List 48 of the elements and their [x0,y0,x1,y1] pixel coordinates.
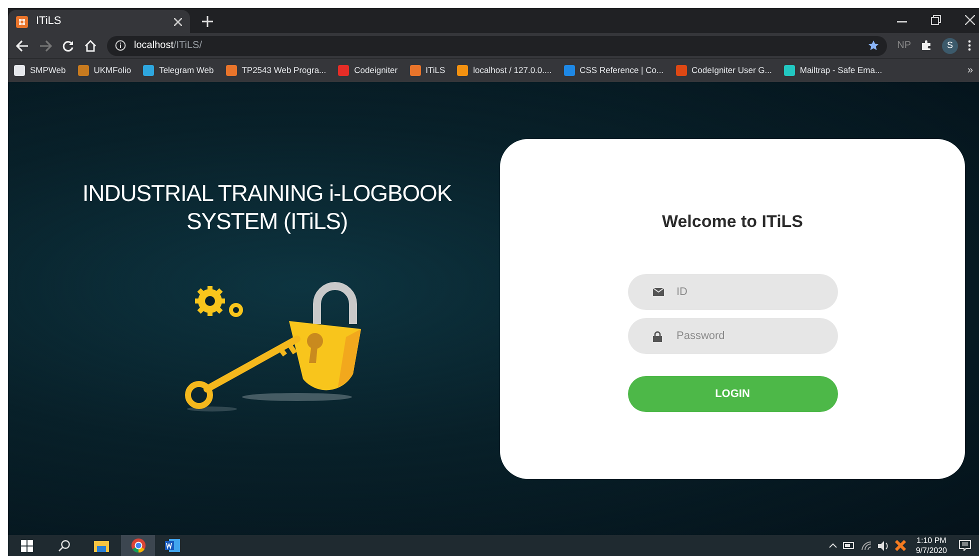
clock-time: 1:10 PM [916,536,946,546]
folder-icon[interactable] [94,540,109,552]
speaker-icon[interactable] [878,540,889,550]
back-arrow-icon[interactable] [16,40,29,52]
close-icon[interactable] [965,15,975,25]
menu-icon[interactable] [968,40,971,51]
plus-icon[interactable] [202,16,213,27]
search-icon[interactable] [58,540,70,552]
input-field[interactable]: ID [628,274,838,310]
word-app-icon[interactable] [165,539,180,552]
system-heading: INDUSTRIAL TRAINING i-LOGBOOK SYSTEM (ITiLS) [82,178,452,234]
browser-tab[interactable]: ITiLS [8,10,190,33]
info-icon [115,40,126,51]
envelope-icon [652,288,664,296]
reload-icon[interactable] [62,40,74,52]
home-icon[interactable] [84,40,97,52]
caret-icon[interactable] [828,543,837,548]
url-text: localhost/ITiLS/ [134,39,203,53]
bookmark-link[interactable]: CodeIgniter User G... [676,64,772,77]
tab-title: ITiLS [36,14,62,30]
puzzle-icon[interactable] [921,40,932,51]
welcome-title: Welcome to ITiLS [662,210,804,232]
bookmark-link[interactable]: Telegram Web [143,64,214,77]
star-icon[interactable] [868,40,880,51]
browser-app-icon[interactable] [130,538,146,553]
bookmark-link[interactable]: TP2543 Web Progra... [226,64,326,77]
bookmark-link[interactable]: Codeigniter [338,64,398,77]
notification-icon[interactable] [959,540,971,551]
lock-icon [652,330,662,342]
windows-start-icon[interactable] [21,540,33,552]
bookmark-link[interactable]: SMPWeb [14,64,66,77]
restore-icon[interactable] [931,15,941,25]
close-icon[interactable] [174,18,182,26]
bookmark-link[interactable]: CSS Reference | Co... [564,64,664,77]
input-field[interactable]: Password [628,318,838,354]
profile-avatar[interactable]: S [942,38,958,54]
bookmark-link[interactable]: localhost / 127.0.0.... [457,64,552,77]
bookmark-link[interactable]: Mailtrap - Safe Ema... [784,64,882,77]
battery-icon[interactable] [842,541,855,550]
bookmark-link[interactable]: ITiLS [410,64,446,77]
minimize-icon[interactable] [897,21,907,23]
bookmark-link[interactable]: UKMFolio [78,64,132,77]
site-icon [16,16,28,28]
more-bookmarks-button[interactable]: » [967,63,973,78]
forward-arrow-icon[interactable] [39,40,52,52]
clock-date: 9/7/2020 [916,546,947,556]
address-bar[interactable]: localhost/ITiLS/ [107,36,888,56]
wifi-icon[interactable] [860,540,872,550]
